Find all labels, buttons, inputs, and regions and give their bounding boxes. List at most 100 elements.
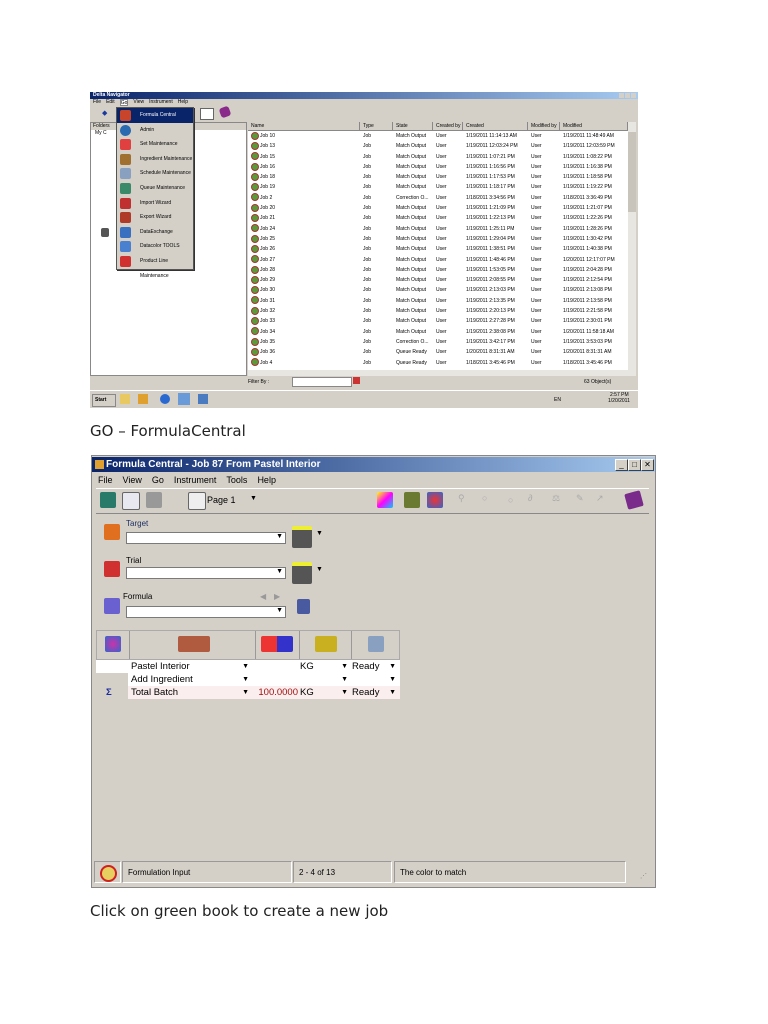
menu-item-admin[interactable]: Admin [117,123,193,138]
next-formula-arrow[interactable]: ▶ [274,592,280,601]
column-header-created[interactable]: Created [463,122,528,130]
trial-input[interactable]: ▼ [126,567,286,579]
status-dropdown-arrow[interactable]: ▼ [389,686,396,699]
status-value[interactable]: Ready [350,687,379,698]
measure-instrument-icon[interactable] [292,526,312,548]
job-row[interactable]: Job 15 Job Match Output User 1/19/2011 1:07:… [248,152,628,162]
export-icon[interactable]: ↗ [596,493,604,504]
menu-item-product-line-maintenance[interactable]: Product Line Maintenance [117,254,193,279]
notebook-icon[interactable] [122,492,140,510]
formula-row[interactable]: Add Ingredient ▼ ▼ ▼ [96,673,400,686]
recycle-bin-icon[interactable] [101,228,109,237]
save-formula-icon[interactable] [297,599,310,614]
ingredient-icon[interactable] [404,492,420,508]
unit-dropdown-arrow[interactable]: ▼ [341,686,348,699]
trial-measure-icon[interactable] [292,562,312,584]
menu-instrument[interactable]: Instrument [174,473,217,487]
job-row[interactable]: Job 36 Job Queue Ready User 1/20/2011 8:31:3… [248,347,628,357]
back-arrow-icon[interactable]: ◆ [102,109,107,117]
job-row[interactable]: Job 4 Job Queue Ready User 1/18/2011 3:45:46… [248,358,628,368]
status-value[interactable] [350,674,352,685]
minimize-button[interactable]: _ [615,459,628,471]
formula-row[interactable]: Pastel Interior ▼ KG ▼ Ready ▼ [96,660,400,673]
grid-header-status[interactable] [351,631,399,659]
filter-input[interactable] [292,377,352,387]
formula-dropdown-arrow[interactable]: ▼ [276,607,283,614]
page-select[interactable]: Page 1 [207,495,236,505]
navigator-task-icon[interactable] [178,393,190,405]
menu-item-schedule-maintenance[interactable]: Schedule Maintenance [117,166,193,181]
job-row[interactable]: Job 30 Job Match Output User 1/19/2011 2:13:… [248,285,628,295]
folder-icon[interactable] [120,394,130,404]
column-header-state[interactable]: State [393,122,433,130]
close-button[interactable]: ✕ [641,459,654,471]
job-row[interactable]: Job 28 Job Match Output User 1/19/2011 1:53:… [248,265,628,275]
job-row[interactable]: Job 29 Job Match Output User 1/19/2011 2:08:… [248,275,628,285]
menu-help[interactable]: Help [257,473,276,487]
menu-instrument[interactable]: Instrument [149,99,173,106]
media-icon[interactable] [138,394,148,404]
status-dropdown-arrow[interactable]: ▼ [389,660,396,673]
formula-row[interactable]: Σ Total Batch ▼ 100.0000 KG ▼ Ready ▼ [96,686,400,699]
maximize-button[interactable] [625,93,630,98]
menu-item-dataexchange[interactable]: DataExchange [117,225,193,240]
menu-item-datacolor-tools[interactable]: Datacolor TOOLS [117,239,193,254]
target-dropdown-arrow[interactable]: ▼ [276,533,283,540]
job-row[interactable]: Job 34 Job Match Output User 1/19/2011 2:38:… [248,327,628,337]
list-view-icon[interactable] [200,108,214,120]
grid-header-amount[interactable] [255,631,301,659]
ingredient-dropdown-arrow[interactable]: ▼ [242,686,249,699]
job-row[interactable]: Job 2 Job Correction O... User 1/18/2011 3:3… [248,193,628,203]
color-gamut-icon[interactable] [377,492,393,508]
search-icon[interactable]: ⚲ [458,493,465,504]
job-row[interactable]: Job 31 Job Match Output User 1/19/2011 2:13:… [248,296,628,306]
job-row[interactable]: Job 26 Job Match Output User 1/19/2011 1:38:… [248,244,628,254]
ingredient-name[interactable]: Total Batch [128,687,178,698]
vertical-scrollbar[interactable] [628,122,636,370]
scroll-thumb[interactable] [628,132,636,212]
amount-value[interactable]: 100.0000 [258,686,298,699]
job-row[interactable]: Job 20 Job Match Output User 1/19/2011 1:21:… [248,203,628,213]
menu-item-export-wizard[interactable]: Export Wizard [117,210,193,225]
menu-item-formula-central[interactable]: Formula Central [117,108,193,123]
unit-dropdown-arrow[interactable]: ▼ [341,660,348,673]
formula-task-icon[interactable] [198,394,208,404]
menu-help[interactable]: Help [178,99,188,106]
minimize-button[interactable] [619,93,624,98]
formula-input[interactable]: ▼ [126,606,286,618]
target-input[interactable]: ▼ [126,532,286,544]
correction-icon[interactable]: ○ [482,493,487,503]
job-row[interactable]: Job 19 Job Match Output User 1/19/2011 1:18:… [248,182,628,192]
column-header-type[interactable]: Type [360,122,393,130]
unit-dropdown-arrow[interactable]: ▼ [341,673,348,686]
grid-header-ingredient[interactable] [129,631,256,659]
job-row[interactable]: Job 16 Job Match Output User 1/19/2011 1:16:… [248,162,628,172]
close-button[interactable] [631,93,636,98]
clear-filter-icon[interactable] [353,377,360,384]
column-header-name[interactable]: Name [248,122,360,130]
menu-go[interactable]: Go [152,473,164,487]
job-row[interactable]: Job 35 Job Correction O... User 1/19/2011 3:… [248,337,628,347]
menu-view[interactable]: View [133,99,144,106]
refresh-icon[interactable]: ○ [508,495,513,505]
start-button[interactable]: Start [92,394,116,407]
ingredient-name[interactable]: Pastel Interior [128,661,190,672]
page-dropdown-arrow[interactable]: ▼ [250,495,257,502]
page-icon[interactable] [188,492,206,510]
status-value[interactable]: Ready [350,661,379,672]
trial-dropdown-arrow[interactable]: ▼ [276,568,283,575]
resize-grip-icon[interactable]: ⋰ [640,872,647,880]
browser-icon[interactable] [160,394,170,404]
job-icon[interactable] [100,492,116,508]
job-row[interactable]: Job 33 Job Match Output User 1/19/2011 2:27:… [248,316,628,326]
link-icon[interactable]: ∂ [528,493,532,503]
menu-edit[interactable]: Edit [106,99,115,106]
trial-measure-dropdown-arrow[interactable]: ▼ [316,566,323,573]
edit-icon[interactable]: ✎ [576,493,584,504]
unit-value[interactable] [299,674,300,685]
job-row[interactable]: Job 25 Job Match Output User 1/19/2011 1:29:… [248,234,628,244]
menu-file[interactable]: File [98,473,113,487]
unit-value[interactable]: KG [299,661,314,672]
menu-item-set-maintenance[interactable]: Set Maintenance [117,137,193,152]
ingredient-dropdown-arrow[interactable]: ▼ [242,660,249,673]
